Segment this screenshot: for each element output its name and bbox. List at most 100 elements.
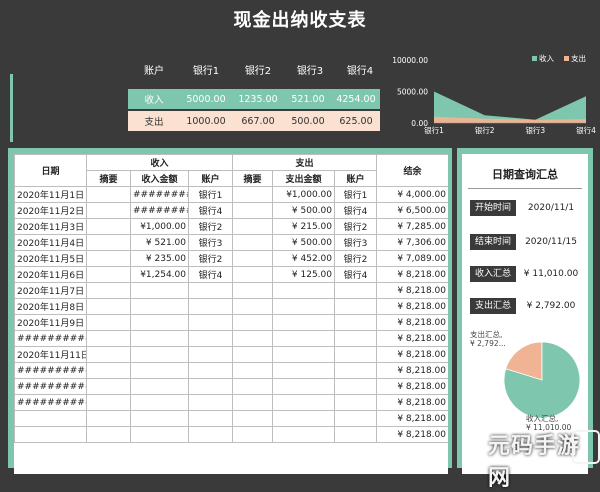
row-expense-summary[interactable] xyxy=(232,250,273,267)
row-expense-amount[interactable] xyxy=(272,314,335,331)
row-date[interactable]: 2020年11月8日 xyxy=(14,298,87,315)
row-income-summary[interactable] xyxy=(86,202,131,219)
expense-bank4[interactable]: 625.00 xyxy=(332,116,380,127)
row-expense-summary[interactable] xyxy=(232,186,273,203)
row-income-account[interactable] xyxy=(188,298,233,315)
row-expense-summary[interactable] xyxy=(232,218,273,235)
row-balance[interactable]: ¥ 8,218.00 xyxy=(376,362,448,379)
income-bank4[interactable]: 4254.00 xyxy=(332,94,380,105)
row-income-summary[interactable] xyxy=(86,410,131,427)
row-expense-summary[interactable] xyxy=(232,394,273,411)
row-expense-account[interactable] xyxy=(334,378,377,395)
row-expense-amount[interactable]: ¥ 500.00 xyxy=(272,202,335,219)
row-income-summary[interactable] xyxy=(86,362,131,379)
row-income-account[interactable]: 银行4 xyxy=(188,202,233,219)
row-income-account[interactable] xyxy=(188,282,233,299)
row-balance[interactable]: ¥ 8,218.00 xyxy=(376,378,448,395)
income-bank3[interactable]: 521.00 xyxy=(284,94,332,105)
row-income-summary[interactable] xyxy=(86,314,131,331)
row-income-summary[interactable] xyxy=(86,346,131,363)
row-date[interactable] xyxy=(14,426,87,443)
row-income-account[interactable]: 银行3 xyxy=(188,234,233,251)
row-income-account[interactable] xyxy=(188,346,233,363)
row-expense-amount[interactable]: ¥ 452.00 xyxy=(272,250,335,267)
row-expense-account[interactable]: 银行4 xyxy=(334,202,377,219)
row-income-account[interactable]: 银行2 xyxy=(188,250,233,267)
row-date[interactable]: ########### xyxy=(14,378,87,395)
row-income-summary[interactable] xyxy=(86,250,131,267)
row-date[interactable]: 2020年11月6日 xyxy=(14,266,87,283)
row-income-account[interactable] xyxy=(188,330,233,347)
row-income-summary[interactable] xyxy=(86,394,131,411)
row-expense-amount[interactable] xyxy=(272,426,335,443)
row-income-account[interactable] xyxy=(188,314,233,331)
row-expense-summary[interactable] xyxy=(232,378,273,395)
row-expense-amount[interactable] xyxy=(272,298,335,315)
row-income-summary[interactable] xyxy=(86,266,131,283)
row-expense-summary[interactable] xyxy=(232,266,273,283)
row-balance[interactable]: ¥ 8,218.00 xyxy=(376,298,448,315)
row-income-amount[interactable] xyxy=(130,282,189,299)
row-expense-summary[interactable] xyxy=(232,426,273,443)
row-expense-account[interactable] xyxy=(334,346,377,363)
row-expense-amount[interactable] xyxy=(272,410,335,427)
row-income-amount[interactable] xyxy=(130,378,189,395)
row-income-account[interactable] xyxy=(188,378,233,395)
row-expense-amount[interactable] xyxy=(272,394,335,411)
start-time-input[interactable]: 2020/11/1 xyxy=(518,200,584,216)
row-income-summary[interactable] xyxy=(86,330,131,347)
row-date[interactable]: 2020年11月9日 xyxy=(14,314,87,331)
row-date[interactable] xyxy=(14,410,87,427)
row-income-account[interactable] xyxy=(188,394,233,411)
row-income-account[interactable] xyxy=(188,362,233,379)
row-expense-summary[interactable] xyxy=(232,330,273,347)
row-balance[interactable]: ¥ 8,218.00 xyxy=(376,426,448,443)
row-income-account[interactable]: 银行1 xyxy=(188,186,233,203)
bank-area-chart[interactable]: 10000.005000.000.00银行1 银行2 银行3 银行4收入 支出 xyxy=(384,50,596,142)
row-balance[interactable]: ¥ 8,218.00 xyxy=(376,282,448,299)
row-balance[interactable]: ¥ 7,089.00 xyxy=(376,250,448,267)
row-income-amount[interactable]: ######### xyxy=(130,202,189,219)
row-expense-account[interactable]: 银行4 xyxy=(334,266,377,283)
row-expense-amount[interactable] xyxy=(272,346,335,363)
row-income-summary[interactable] xyxy=(86,298,131,315)
row-balance[interactable]: ¥ 7,306.00 xyxy=(376,234,448,251)
row-income-amount[interactable] xyxy=(130,330,189,347)
row-date[interactable]: ########### xyxy=(14,394,87,411)
row-expense-amount[interactable]: ¥1,000.00 xyxy=(272,186,335,203)
row-date[interactable]: 2020年11月5日 xyxy=(14,250,87,267)
row-income-summary[interactable] xyxy=(86,426,131,443)
row-expense-summary[interactable] xyxy=(232,202,273,219)
row-expense-account[interactable] xyxy=(334,362,377,379)
row-income-summary[interactable] xyxy=(86,186,131,203)
row-income-amount[interactable] xyxy=(130,346,189,363)
row-income-amount[interactable]: ¥1,000.00 xyxy=(130,218,189,235)
row-expense-account[interactable]: 银行2 xyxy=(334,218,377,235)
row-expense-account[interactable] xyxy=(334,314,377,331)
row-income-summary[interactable] xyxy=(86,218,131,235)
row-expense-account[interactable]: 银行1 xyxy=(334,186,377,203)
row-date[interactable]: 2020年11月2日 xyxy=(14,202,87,219)
row-income-summary[interactable] xyxy=(86,282,131,299)
row-expense-amount[interactable] xyxy=(272,282,335,299)
end-time-input[interactable]: 2020/11/15 xyxy=(518,234,584,250)
row-expense-account[interactable] xyxy=(334,298,377,315)
row-balance[interactable]: ¥ 8,218.00 xyxy=(376,346,448,363)
row-income-account[interactable]: 银行2 xyxy=(188,218,233,235)
expense-bank1[interactable]: 1000.00 xyxy=(180,116,232,127)
row-balance[interactable]: ¥ 8,218.00 xyxy=(376,410,448,427)
row-income-amount[interactable]: ¥ 235.00 xyxy=(130,250,189,267)
row-income-summary[interactable] xyxy=(86,234,131,251)
row-expense-summary[interactable] xyxy=(232,314,273,331)
row-income-amount[interactable] xyxy=(130,410,189,427)
row-date[interactable]: 2020年11月4日 xyxy=(14,234,87,251)
row-date[interactable]: 2020年11月7日 xyxy=(14,282,87,299)
row-expense-account[interactable] xyxy=(334,426,377,443)
row-date[interactable]: 2020年11月3日 xyxy=(14,218,87,235)
row-expense-amount[interactable] xyxy=(272,330,335,347)
expense-bank3[interactable]: 500.00 xyxy=(284,116,332,127)
row-balance[interactable]: ¥ 8,218.00 xyxy=(376,266,448,283)
row-date[interactable]: ########### xyxy=(14,330,87,347)
row-date[interactable]: ########### xyxy=(14,362,87,379)
row-balance[interactable]: ¥ 6,500.00 xyxy=(376,202,448,219)
